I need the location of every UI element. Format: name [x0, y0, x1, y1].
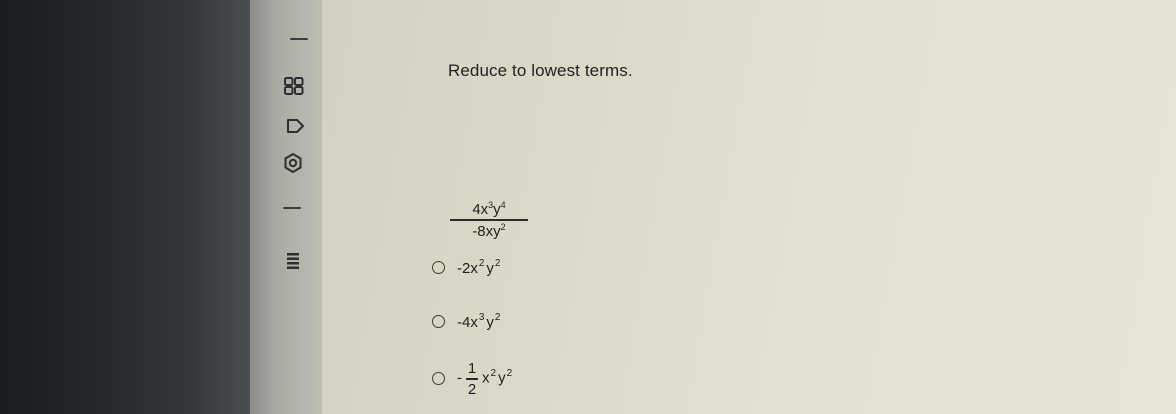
question-expression: 4x3y4 -8xy2 [450, 200, 528, 240]
settings-icon[interactable] [283, 153, 303, 173]
option-label: -1 2 x2 y2 [457, 360, 513, 398]
answer-option-2[interactable]: -4x3 y2 [432, 312, 502, 331]
menu-icon[interactable] [287, 253, 299, 269]
tag-icon[interactable] [285, 117, 305, 135]
option-fraction: 12 [466, 360, 478, 398]
radio-button[interactable] [432, 315, 445, 328]
expression-numerator: 4x3y4 [472, 200, 506, 218]
radio-button[interactable] [432, 261, 445, 274]
grid-icon[interactable] [284, 77, 304, 95]
background-dark [0, 0, 250, 414]
answer-option-1[interactable]: -2x2 y2 [432, 258, 502, 277]
option-label: -4x3 y2 [457, 312, 501, 331]
rail-divider-bottom [283, 207, 301, 209]
question-prompt: Reduce to lowest terms. [448, 61, 633, 80]
option-label: -2x2 y2 [457, 258, 501, 277]
radio-button[interactable] [432, 372, 445, 386]
rail-divider-top [290, 38, 308, 40]
expression-denominator: -8xy2 [472, 221, 506, 240]
answer-option-3[interactable]: -1 2 x2 y2 [432, 360, 514, 398]
